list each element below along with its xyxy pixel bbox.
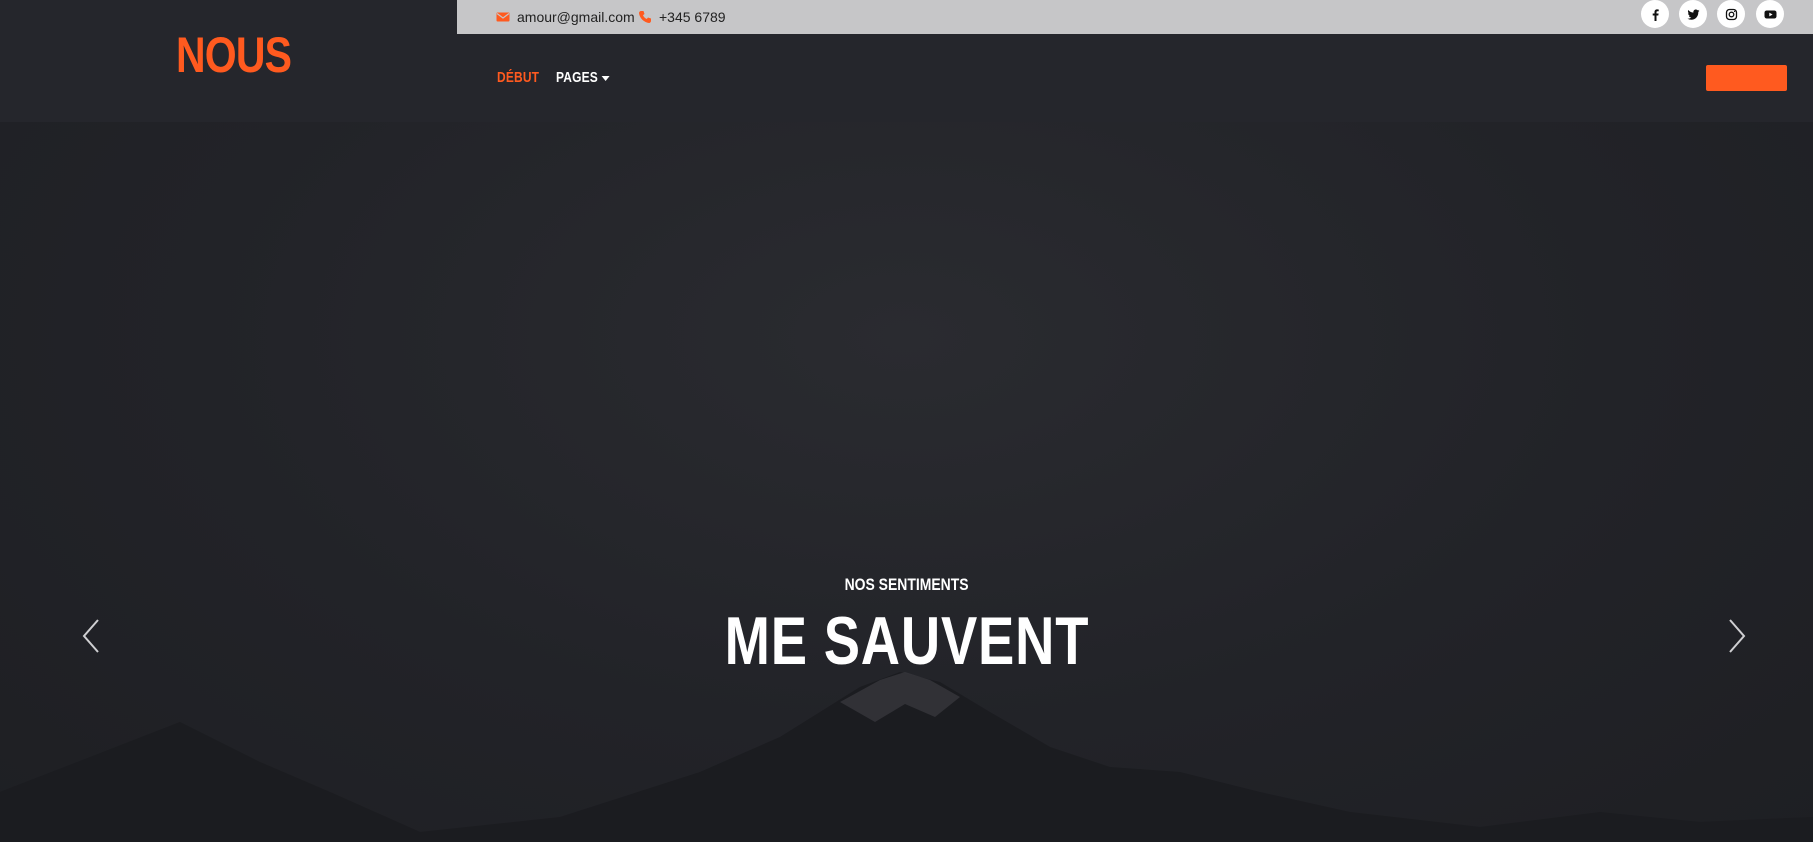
contact-topbar: amour@gmail.com +345 6789 — [457, 0, 1813, 34]
twitter-icon — [1687, 9, 1699, 20]
facebook-icon — [1652, 8, 1659, 21]
youtube-icon — [1764, 10, 1776, 18]
caret-down-icon — [601, 75, 610, 81]
facebook-link[interactable] — [1641, 0, 1669, 28]
nav-item-pages[interactable]: PAGES — [556, 69, 610, 86]
carousel-prev-button[interactable] — [79, 618, 103, 654]
chevron-right-icon — [1729, 619, 1746, 653]
header-cta-button[interactable] — [1706, 65, 1787, 91]
envelope-icon — [496, 12, 510, 22]
nav-item-pages-label: PAGES — [556, 69, 598, 86]
carousel-next-button[interactable] — [1725, 618, 1749, 654]
nav-item-debut[interactable]: DÉBUT — [497, 69, 539, 86]
phone-icon — [639, 11, 651, 23]
hero-background — [0, 0, 1813, 842]
brand-logo[interactable]: NOUS — [176, 26, 292, 84]
instagram-icon — [1725, 8, 1737, 20]
youtube-link[interactable] — [1756, 0, 1784, 28]
contact-phone-text: +345 6789 — [659, 9, 726, 25]
page: NOUS amour@gmail.com +345 6789 DÉBUT PAG… — [0, 0, 1813, 842]
hero-title: ME SAUVENT — [0, 602, 1813, 680]
chevron-left-icon — [82, 619, 99, 653]
twitter-link[interactable] — [1679, 0, 1707, 28]
hero-title-text: ME SAUVENT — [724, 603, 1089, 679]
contact-phone[interactable]: +345 6789 — [638, 0, 726, 34]
instagram-link[interactable] — [1717, 0, 1745, 28]
contact-email-text: amour@gmail.com — [517, 9, 635, 25]
site-header: NOUS amour@gmail.com +345 6789 DÉBUT PAG… — [0, 0, 1813, 122]
hero-subtitle: NOS SENTIMENTS — [0, 575, 1813, 595]
contact-email[interactable]: amour@gmail.com — [496, 0, 635, 34]
hero-subtitle-text: NOS SENTIMENTS — [844, 575, 969, 594]
